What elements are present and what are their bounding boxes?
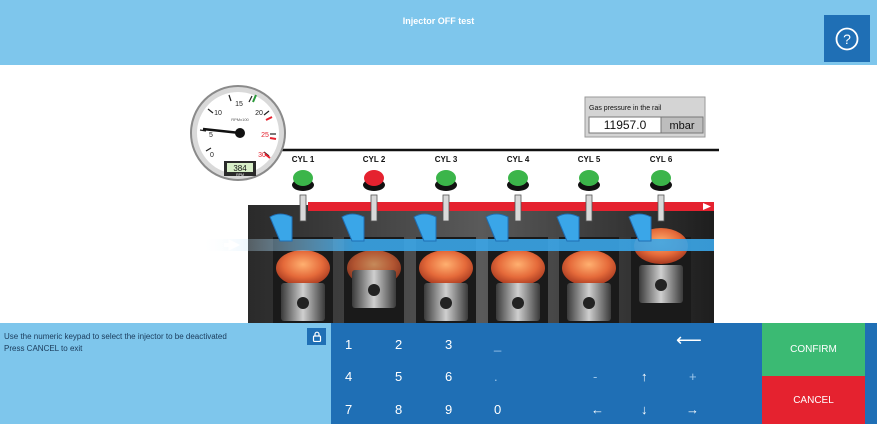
- cylinder-label: CYL 6: [650, 155, 673, 164]
- help-button[interactable]: ?: [824, 15, 870, 62]
- header-bar: Injector OFF test ?: [0, 0, 877, 65]
- rpm-label: RPM: [236, 173, 244, 177]
- cyl-status-lamp-3: [435, 170, 457, 191]
- key-underscore[interactable]: _: [494, 329, 534, 359]
- status-lamps: [292, 170, 672, 191]
- panel-edge: [865, 323, 877, 424]
- cyl-status-lamp-1: [292, 170, 314, 191]
- key-plus[interactable]: +: [689, 361, 729, 391]
- cylinder-label: CYL 5: [578, 155, 601, 164]
- key-2[interactable]: 2: [395, 329, 435, 359]
- lock-button[interactable]: [307, 328, 326, 345]
- cylinder-label: CYL 2: [363, 155, 386, 164]
- pressure-label: Gas pressure in the rail: [589, 105, 662, 112]
- gauge-tick-label: 30: [258, 152, 266, 159]
- key-8[interactable]: 8: [395, 394, 435, 424]
- engine-diagram: CYL 1 CYL 2 CYL 3 CYL 4 CYL 5 CYL 6 Gas …: [190, 85, 719, 323]
- cylinder-label: CYL 1: [292, 155, 315, 164]
- pressure-value: 11957.0: [604, 118, 647, 132]
- gauge-unit-label: RPMx100: [231, 117, 249, 122]
- gauge-tick-label: 25: [261, 132, 269, 139]
- page-title: Injector OFF test: [402, 16, 475, 26]
- svg-text:?: ?: [843, 31, 851, 47]
- key-6[interactable]: 6: [445, 361, 485, 391]
- arrow-up-key[interactable]: ↑: [641, 361, 681, 391]
- engine-scene: CYL 1 CYL 2 CYL 3 CYL 4 CYL 5 CYL 6 Gas …: [0, 65, 877, 323]
- backspace-key[interactable]: ⟵: [676, 325, 716, 355]
- instructions-panel: Use the numeric keypad to select the inj…: [0, 323, 331, 424]
- rpm-value: 384: [233, 164, 247, 173]
- cancel-button[interactable]: CANCEL: [762, 376, 865, 424]
- key-9[interactable]: 9: [445, 394, 485, 424]
- gauge-tick-label: 5: [209, 132, 213, 139]
- key-3[interactable]: 3: [445, 329, 485, 359]
- key-0[interactable]: 0: [494, 394, 534, 424]
- cyl-status-lamp-2: [363, 170, 385, 191]
- arrow-left-key[interactable]: ←: [591, 394, 631, 424]
- key-1[interactable]: 1: [345, 329, 385, 359]
- key-4[interactable]: 4: [345, 361, 385, 391]
- arrow-down-key[interactable]: ↓: [641, 394, 681, 424]
- pressure-display: Gas pressure in the rail 11957.0 mbar: [584, 96, 706, 138]
- cyl-status-lamp-5: [578, 170, 600, 191]
- confirm-button[interactable]: CONFIRM: [762, 323, 865, 376]
- gauge-tick-label: 0: [210, 152, 214, 159]
- numeric-keypad: 1 2 3 _ ⟵ 4 5 6 . - ↑ + 7 8 9 0 ← ↓ →: [331, 323, 762, 424]
- cyl-status-lamp-6: [650, 170, 672, 191]
- arrow-right-key[interactable]: →: [686, 394, 726, 424]
- key-5[interactable]: 5: [395, 361, 435, 391]
- pressure-unit: mbar: [669, 120, 694, 132]
- rpm-gauge: 0 5 10 15 20 25 30 RPMx100 384 RPM: [190, 85, 286, 181]
- question-mark-icon: ?: [835, 27, 859, 50]
- lock-icon: [312, 331, 321, 342]
- key-7[interactable]: 7: [345, 394, 385, 424]
- gauge-tick-label: 10: [214, 110, 222, 117]
- gauge-tick-label: 15: [235, 101, 243, 108]
- cylinder-label: CYL 3: [435, 155, 458, 164]
- instruction-text: Use the numeric keypad to select the inj…: [4, 332, 227, 341]
- exit-hint-text: Press CANCEL to exit: [4, 344, 83, 353]
- key-minus[interactable]: -: [593, 361, 633, 391]
- cyl-status-lamp-4: [507, 170, 529, 191]
- key-dot[interactable]: .: [494, 361, 534, 391]
- cylinder-label: CYL 4: [507, 155, 530, 164]
- gauge-tick-label: 20: [255, 110, 263, 117]
- control-panel: Use the numeric keypad to select the inj…: [0, 323, 877, 424]
- cylinder-labels: CYL 1 CYL 2 CYL 3 CYL 4 CYL 5 CYL 6: [292, 155, 673, 164]
